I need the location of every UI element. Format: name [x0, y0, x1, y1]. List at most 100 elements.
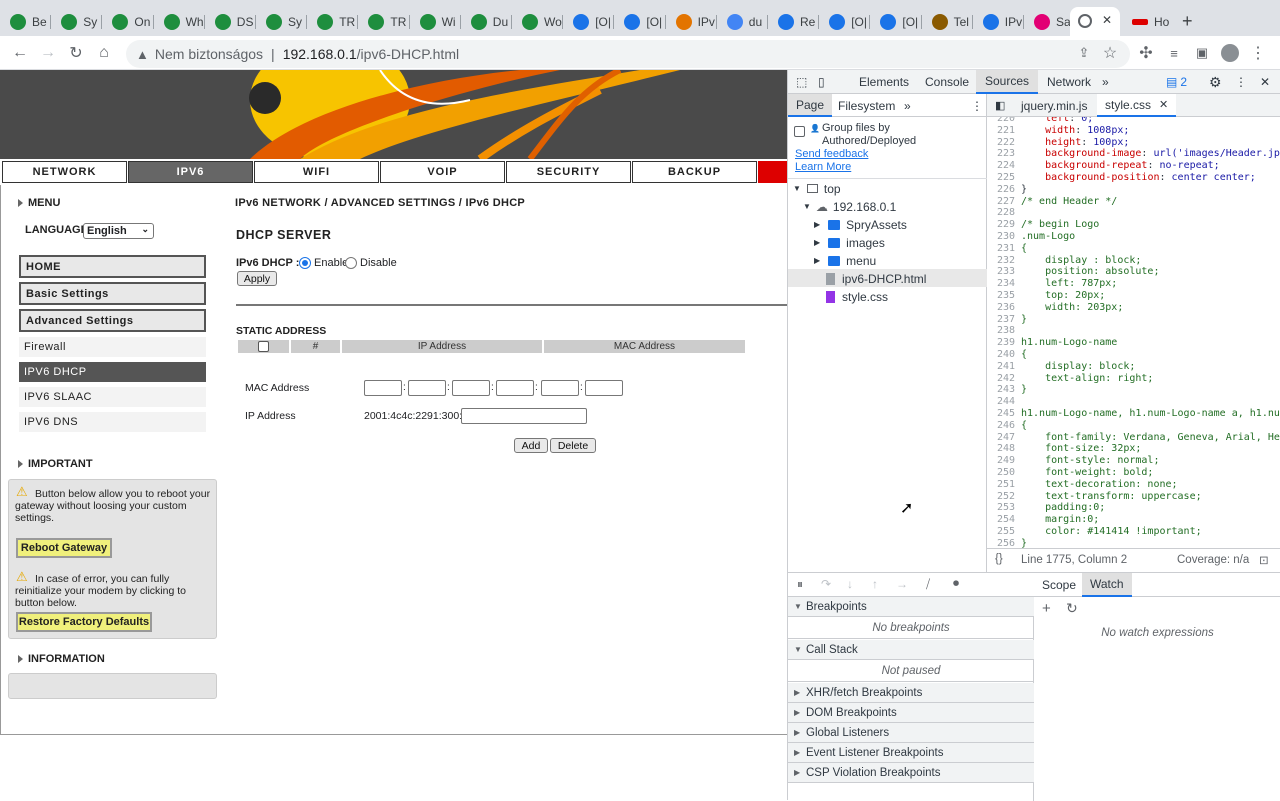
browser-tab[interactable]: TR — [307, 7, 358, 36]
new-tab-button[interactable]: + — [1182, 7, 1193, 36]
nav-backup[interactable]: BACKUP — [632, 161, 757, 183]
extensions-icon[interactable]: ✣ — [1134, 41, 1158, 65]
add-button[interactable]: Add — [514, 438, 548, 453]
bookmark-star-icon[interactable]: ☆ — [1098, 41, 1122, 65]
device-toggle-icon[interactable]: ▯ — [818, 70, 834, 94]
mac-field-6[interactable] — [585, 380, 623, 396]
browser-tab[interactable]: Du — [461, 7, 512, 36]
tab-console[interactable]: Console — [916, 70, 978, 94]
browser-tab[interactable]: [O| — [614, 7, 665, 36]
tab-sources[interactable]: Sources — [976, 70, 1039, 94]
reading-list-icon[interactable]: ≡ — [1162, 41, 1186, 65]
ip-suffix-input[interactable] — [461, 408, 587, 424]
browser-tab[interactable]: Wo — [512, 7, 563, 36]
debugger-section[interactable]: ▼ Call Stack — [788, 640, 1034, 660]
tree-file-style-css[interactable]: style.css — [826, 288, 888, 305]
tab-network[interactable]: Network — [1038, 70, 1100, 94]
nav-red-tab[interactable] — [758, 161, 787, 183]
nav-tab-filesystem[interactable]: Filesystem — [830, 94, 903, 117]
browser-tab[interactable]: Sy — [51, 7, 102, 36]
restore-factory-defaults-button[interactable]: Restore Factory Defaults — [16, 612, 152, 632]
mac-field-5[interactable] — [541, 380, 579, 396]
debugger-section[interactable]: ▶ DOM Breakpoints — [788, 703, 1034, 723]
nav-network[interactable]: NETWORK — [2, 161, 127, 183]
mac-field-3[interactable] — [452, 380, 490, 396]
tree-folder-spryassets[interactable]: ▶ SpryAssets — [814, 216, 907, 233]
tree-folder-images[interactable]: ▶ images — [814, 234, 885, 251]
browser-tab[interactable]: [O| — [819, 7, 870, 36]
menu-kebab-icon[interactable]: ⋮ — [1246, 41, 1270, 65]
menu-heading[interactable]: MENU — [18, 197, 60, 209]
reboot-gateway-button[interactable]: Reboot Gateway — [16, 538, 112, 558]
deactivate-breakpoints-icon[interactable]: ⧸ — [926, 577, 930, 592]
tree-host[interactable]: ▼ ☁ 192.168.0.1 — [803, 198, 896, 215]
close-icon[interactable]: ✕ — [1102, 13, 1112, 27]
mac-field-1[interactable] — [364, 380, 402, 396]
pretty-print-icon[interactable]: {} — [995, 553, 1003, 565]
code-content[interactable]: 220 left: 0; 221 width: 1008px; 222 height… — [987, 117, 1280, 571]
pause-on-exceptions-icon[interactable]: ⏺ — [953, 576, 959, 591]
home-icon[interactable]: ⌂ — [92, 41, 116, 65]
tab-scope[interactable]: Scope — [1034, 573, 1084, 597]
side-item-ipv6-dns[interactable]: IPV6 DNS — [19, 412, 206, 432]
browser-tab[interactable]: [O| — [870, 7, 921, 36]
mac-field-2[interactable] — [408, 380, 446, 396]
refresh-watch-icon[interactable]: ↻ — [1066, 600, 1078, 617]
mac-field-4[interactable] — [496, 380, 534, 396]
nav-voip[interactable]: VOIP — [380, 161, 505, 183]
nav-wifi[interactable]: WIFI — [254, 161, 379, 183]
inspect-icon[interactable]: ⬚ — [796, 70, 812, 94]
side-item-firewall[interactable]: Firewall — [19, 337, 206, 357]
pause-icon[interactable]: ⏸ — [797, 577, 803, 592]
devtools-menu-icon[interactable]: ⋮ — [1235, 70, 1247, 94]
tree-folder-menu[interactable]: ▶ menu — [814, 252, 876, 269]
group-files-checkbox[interactable] — [794, 126, 805, 137]
side-button-basic-settings[interactable]: Basic Settings — [19, 282, 206, 305]
side-panel-icon[interactable]: ▣ — [1190, 41, 1214, 65]
tab-watch[interactable]: Watch — [1082, 573, 1132, 597]
step-into-icon[interactable]: ↓ — [847, 577, 853, 591]
information-heading[interactable]: INFORMATION — [18, 653, 105, 665]
add-watch-icon[interactable]: + — [1042, 600, 1051, 617]
toggle-navigator-icon[interactable]: ◧ — [995, 94, 1005, 117]
browser-tab[interactable]: IPv — [973, 7, 1024, 36]
debugger-section[interactable]: ▶ CSP Violation Breakpoints — [788, 763, 1034, 783]
disable-radio[interactable] — [345, 257, 357, 269]
browser-tab[interactable]: Be — [0, 7, 51, 36]
select-all-checkbox[interactable] — [258, 341, 269, 352]
enable-radio[interactable] — [299, 257, 311, 269]
nav-tab-page[interactable]: Page — [788, 94, 833, 117]
more-tabs-icon[interactable]: » — [1102, 70, 1109, 94]
debugger-section[interactable]: ▼ Breakpoints — [788, 597, 1034, 617]
side-button-home[interactable]: HOME — [19, 255, 206, 278]
close-icon[interactable]: ✕ — [1260, 70, 1270, 94]
browser-tab[interactable]: Re — [768, 7, 819, 36]
editor-tab-style-css[interactable]: style.css ✕ — [1097, 94, 1177, 117]
debugger-section[interactable]: ▶ XHR/fetch Breakpoints — [788, 683, 1034, 703]
reload-icon[interactable]: ↻ — [64, 41, 88, 65]
forward-icon[interactable]: → — [36, 41, 60, 65]
browser-tab[interactable]: Wh — [154, 7, 205, 36]
step-over-icon[interactable]: ↷ — [821, 577, 831, 591]
settings-gear-icon[interactable]: ⚙ — [1209, 70, 1222, 94]
tree-top[interactable]: ▼ top — [793, 180, 841, 197]
browser-tab[interactable]: Wi — [410, 7, 461, 36]
debugger-section[interactable]: ▶ Event Listener Breakpoints — [788, 743, 1034, 763]
language-select[interactable]: English ⌄ — [83, 223, 154, 239]
delete-button[interactable]: Delete — [550, 438, 596, 453]
active-tab[interactable]: ✕ — [1070, 7, 1120, 36]
close-icon[interactable]: ✕ — [1159, 98, 1168, 111]
browser-tab[interactable]: Sy — [256, 7, 307, 36]
side-item-ipv6-dhcp[interactable]: IPV6 DHCP — [19, 362, 206, 382]
step-icon[interactable]: → — [896, 577, 908, 591]
side-button-advanced-settings[interactable]: Advanced Settings — [19, 309, 206, 332]
browser-tab[interactable]: TR — [358, 7, 409, 36]
nav-ipv6[interactable]: IPV6 — [128, 161, 253, 183]
browser-tab[interactable]: On — [102, 7, 153, 36]
browser-tab[interactable]: du — [717, 7, 768, 36]
important-heading[interactable]: IMPORTANT — [18, 458, 93, 470]
share-icon[interactable]: ⇪ — [1072, 41, 1096, 65]
apply-button[interactable]: Apply — [237, 271, 277, 286]
browser-tab[interactable]: Ho — [1122, 7, 1174, 36]
nav-security[interactable]: SECURITY — [506, 161, 631, 183]
